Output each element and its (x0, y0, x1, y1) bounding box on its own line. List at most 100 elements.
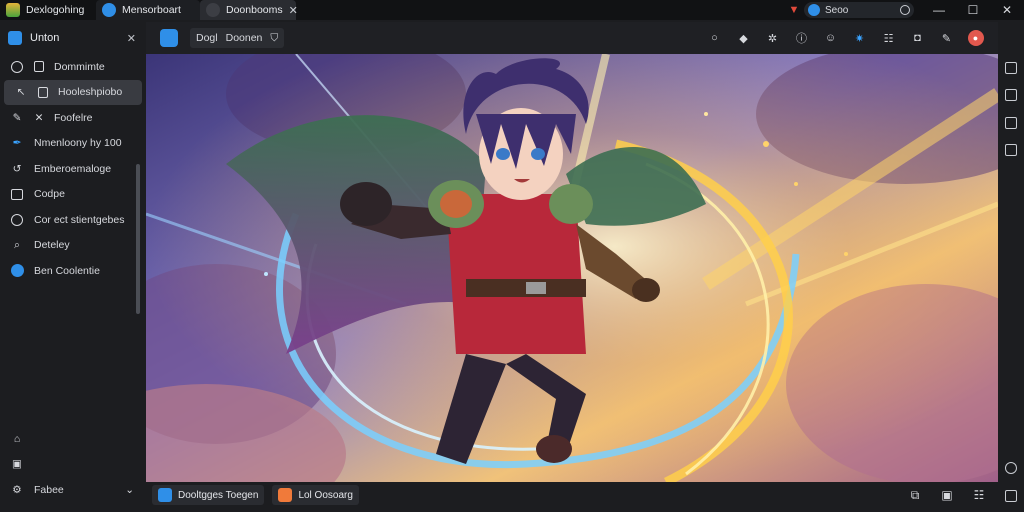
sidebar-item-1[interactable]: ↖ Hooleshpiobo (4, 79, 142, 105)
sidebar-title: Unton (30, 32, 60, 44)
app-icon (278, 488, 293, 502)
chip-a-label: Dooltgges Toegen (178, 489, 259, 501)
panel-icon (8, 31, 22, 45)
sidebar-bottom-home[interactable]: ⌂ (0, 426, 144, 452)
sidebar-close-icon[interactable]: ✕ (127, 32, 136, 45)
edit-icon[interactable]: ✎ (932, 32, 961, 45)
doc-icon (38, 85, 48, 99)
sidebar-item-2[interactable]: ✎ ✕ Foofelre (0, 105, 144, 131)
anime-artwork (146, 54, 998, 482)
tab-close-icon[interactable]: ✕ (289, 4, 298, 17)
bottom-bar: Dooltgges Toegen Lol Oosoarg ⧉ ▣ ☷ (146, 482, 998, 508)
pin-icon[interactable]: ◆ (729, 32, 758, 45)
sidebar-item-label: Codpe (34, 188, 65, 201)
app-menu[interactable]: Dexlogohing (0, 0, 96, 20)
search-icon: ⌕ (14, 238, 20, 251)
mode-group: Dogl Doonen ⛉ (190, 28, 285, 48)
calendar-icon[interactable] (1005, 117, 1017, 129)
sidebar-item-label: Cor ect stientgebes (34, 213, 125, 226)
sidebar-item-label: Dommimte (54, 60, 105, 73)
right-rail (998, 22, 1024, 512)
mode-button-a[interactable]: Dogl (196, 32, 218, 44)
leaf-icon: ↺ (12, 162, 22, 175)
minimize-button[interactable]: — (922, 3, 956, 17)
circle-icon[interactable]: ○ (700, 32, 729, 44)
crop-icon[interactable]: ⧉ (902, 488, 928, 503)
doc-icon (34, 60, 44, 74)
app-icon (158, 488, 172, 502)
pencil-icon: ✎ (12, 111, 22, 124)
tab-1[interactable]: Mensorboart (96, 0, 200, 20)
site-icon (808, 4, 820, 16)
grid-icon[interactable]: ☷ (874, 32, 903, 45)
screen-icon[interactable] (1005, 490, 1017, 502)
image-icon[interactable] (1005, 144, 1017, 156)
sidebar-item-6[interactable]: Cor ect stientgebes (0, 207, 144, 233)
gear-blue-icon[interactable]: ✷ (845, 32, 874, 45)
sidebar-bottom-settings[interactable]: ⚙ Fabee ⌄ (0, 477, 144, 503)
close-button[interactable]: ✕ (990, 3, 1024, 17)
viewer-toolbar: Dogl Doonen ⛉ ○ ◆ ✲ ⓘ ☺ ✷ ☷ ◘ ✎ ● (146, 22, 998, 54)
sidebar-item-label: Deteley (34, 239, 70, 252)
chat-icon[interactable]: ◘ (903, 32, 932, 44)
maximize-button[interactable]: ☐ (956, 3, 990, 17)
tool-icon: ✕ (34, 111, 44, 124)
title-bar: Dexlogohing Mensorboart Doonbooms ✕ ▼ Se… (0, 0, 1024, 20)
sidebar-item-label: Hooleshpiobo (58, 86, 123, 99)
app-logo-icon (6, 3, 20, 17)
box-icon: ▣ (12, 458, 22, 471)
sidebar-bottom-box[interactable]: ▣ (0, 452, 144, 478)
search-box[interactable]: Seoo (804, 2, 914, 18)
info-icon[interactable]: ⓘ (787, 30, 816, 46)
pen-icon: ✒ (12, 137, 22, 150)
sidebar-item-label: Foofelre (54, 111, 93, 124)
gear-icon: ⚙ (12, 483, 22, 496)
chip-b-label: Lol Oosoarg (298, 489, 353, 501)
grid-icon[interactable]: ☷ (966, 488, 992, 503)
settings-label: Fabee (34, 483, 64, 496)
sidebar: Unton ✕ Dommimte ↖ Hooleshpiobo ✎ ✕ Foof… (0, 22, 144, 512)
sidebar-scrollbar[interactable] (136, 164, 140, 314)
image-viewer[interactable] (146, 54, 998, 482)
ring-icon (10, 60, 24, 74)
filter-icon[interactable]: ⛉ (270, 32, 278, 45)
save-icon[interactable]: ▣ (934, 488, 960, 503)
sidebar-item-8[interactable]: Ben Coolentie (0, 258, 144, 284)
tab-favicon-icon (206, 3, 220, 17)
smile-icon[interactable]: ☺ (816, 32, 845, 44)
shuffle-icon[interactable]: ✲ (758, 32, 787, 45)
sidebar-item-4[interactable]: ↺ Emberoemaloge (0, 156, 144, 182)
bottom-chip-b[interactable]: Lol Oosoarg (272, 485, 359, 505)
sidebar-item-5[interactable]: Codpe (0, 182, 144, 208)
back-arrow-icon: ↖ (16, 86, 26, 99)
blue-ball-icon (10, 264, 24, 278)
tab-1-label: Mensorboart (122, 4, 181, 16)
sidebar-item-7[interactable]: ⌕ Deteley (0, 233, 144, 259)
sidebar-header: Unton ✕ (0, 22, 144, 54)
app-button[interactable] (154, 28, 184, 48)
app-label: Dexlogohing (26, 4, 85, 16)
toolbar-icons: ○ ◆ ✲ ⓘ ☺ ✷ ☷ ◘ ✎ ● (700, 30, 990, 46)
sidebar-item-0[interactable]: Dommimte (0, 54, 144, 80)
layers-icon (10, 187, 24, 201)
panel-toggle-icon[interactable] (1005, 62, 1017, 74)
tab-2[interactable]: Doonbooms ✕ (200, 0, 298, 20)
ring-icon (10, 213, 24, 227)
tab-2-label: Doonbooms (226, 4, 283, 16)
chevron-down-icon[interactable]: ⌄ (125, 484, 134, 496)
search-text: Seoo (825, 4, 849, 16)
settings-icon[interactable] (1005, 462, 1017, 474)
sidebar-item-3[interactable]: ✒ Nmenloony hy 100 (0, 131, 144, 157)
tab-favicon-icon (102, 3, 116, 17)
alert-icon[interactable]: ● (961, 30, 990, 46)
sidebar-item-label: Ben Coolentie (34, 264, 100, 277)
bottom-chip-a[interactable]: Dooltgges Toegen (152, 485, 265, 505)
app-icon (160, 29, 178, 47)
home-icon: ⌂ (13, 432, 21, 445)
mode-button-b[interactable]: Doonen (226, 32, 263, 44)
sidebar-item-label: Emberoemaloge (34, 162, 112, 175)
shield-icon[interactable]: ▼ (784, 4, 804, 16)
record-icon (900, 5, 910, 15)
sidebar-item-label: Nmenloony hy 100 (34, 137, 122, 150)
notes-icon[interactable] (1005, 89, 1017, 101)
